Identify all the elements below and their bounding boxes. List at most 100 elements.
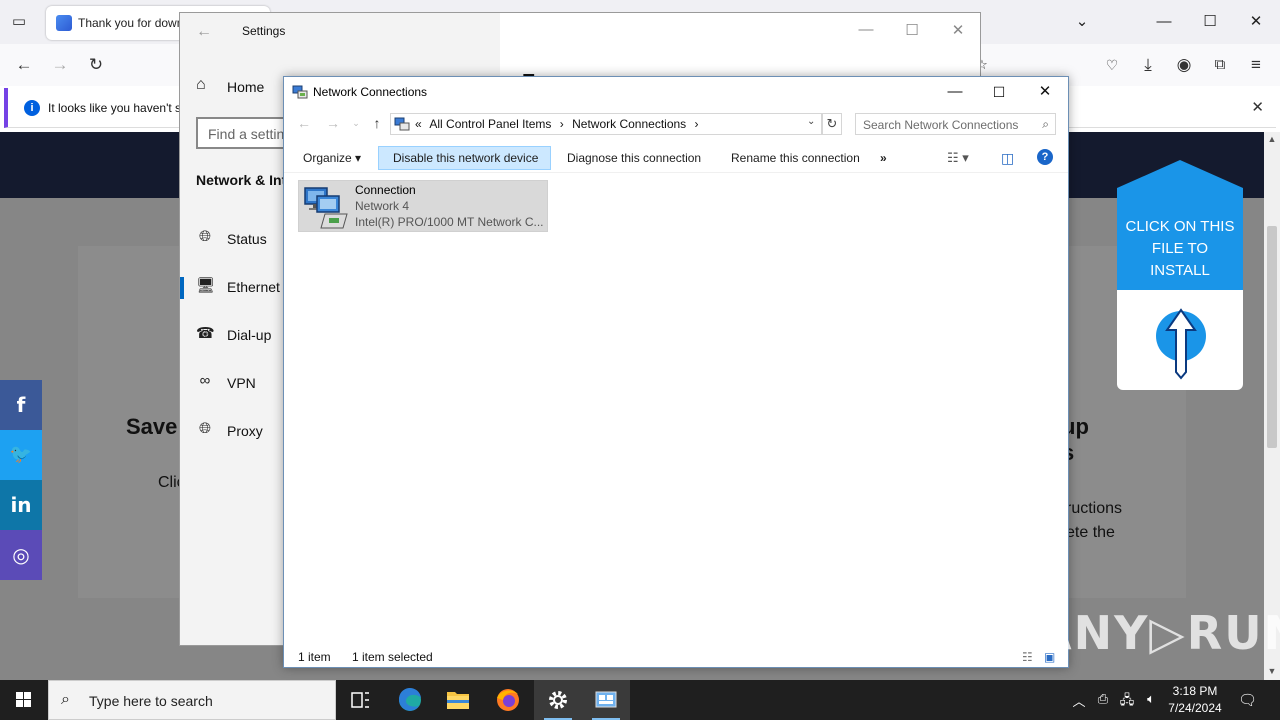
breadcrumb-network-connections[interactable]: Network Connections — [572, 117, 686, 131]
back-arrow-icon[interactable]: ← — [12, 54, 36, 76]
anyrun-watermark: ANY▷RUN — [1036, 606, 1280, 660]
breadcrumb-overflow[interactable]: « — [415, 117, 422, 131]
tab-favicon-icon — [56, 15, 72, 31]
twitter-icon[interactable]: 🐦 — [0, 430, 42, 480]
settings-maximize-button[interactable]: ☐ — [902, 21, 922, 39]
breadcrumb: « All Control Panel Items › Network Conn… — [415, 117, 704, 131]
nc-title-bar[interactable]: Network Connections — ☐ ✕ — [284, 77, 1068, 107]
dialup-icon: ☎︎ — [196, 325, 215, 342]
nc-minimize-button[interactable]: — — [940, 81, 970, 103]
details-view-icon[interactable]: ☷ — [1022, 650, 1033, 664]
social-share-bar: f 🐦 in ◎ — [0, 380, 42, 580]
right-card-text: ructions — [1066, 500, 1123, 517]
linkedin-icon[interactable]: in — [0, 480, 42, 530]
nc-up-arrow-icon[interactable]: ↑ — [367, 115, 387, 131]
settings-item-label: Dial-up — [227, 327, 272, 343]
settings-item-dialup[interactable]: ☎︎ Dial-up — [180, 315, 284, 355]
help-icon[interactable]: ? — [1037, 149, 1053, 165]
tab-title: Thank you for down — [78, 16, 184, 30]
install-upload-icon[interactable] — [1117, 290, 1243, 390]
tray-overflow-chevron-icon[interactable]: ︿ — [1070, 691, 1088, 710]
connection-network: Network 4 — [355, 199, 410, 213]
reload-icon[interactable]: ↻ — [84, 54, 108, 76]
search-icon: ⌕ — [1042, 117, 1049, 131]
account-icon[interactable]: ◉ — [1172, 54, 1196, 76]
settings-close-button[interactable]: ✕ — [948, 21, 968, 39]
refresh-icon[interactable]: ↻ — [822, 113, 842, 135]
connection-adapter: Intel(R) PRO/1000 MT Network C... — [355, 215, 544, 229]
settings-gear-icon[interactable] — [534, 680, 582, 720]
breadcrumb-separator[interactable]: › — [560, 117, 564, 131]
disable-device-button[interactable]: Disable this network device — [378, 146, 551, 170]
right-card-text-2: ete the — [1066, 524, 1115, 541]
install-banner[interactable]: CLICK ON THIS FILE TO INSTALL — [1117, 160, 1243, 390]
network-connections-window: Network Connections — ☐ ✕ ← → ⌄ ↑ « All … — [283, 76, 1069, 668]
nc-maximize-button[interactable]: ☐ — [984, 81, 1014, 103]
breadcrumb-separator[interactable]: › — [695, 117, 699, 131]
downloads-icon[interactable]: ⤓ — [1136, 54, 1160, 76]
vpn-icon: ∞ — [199, 372, 211, 389]
scrollbar-thumb[interactable] — [1267, 226, 1277, 448]
settings-item-proxy[interactable]: 🌐︎ Proxy — [180, 411, 284, 451]
address-dropdown-chevron-icon[interactable]: ⌄ — [807, 116, 815, 127]
settings-item-label: VPN — [227, 375, 256, 391]
more-commands-chevron-icon[interactable]: » — [873, 146, 894, 170]
selected-count: 1 item selected — [352, 650, 433, 664]
home-icon[interactable]: ⌂ — [196, 76, 206, 94]
notification-close-icon[interactable]: ✕ — [1251, 98, 1264, 116]
organize-button[interactable]: Organize ▾ — [296, 146, 368, 170]
network-connections-taskbar-icon[interactable] — [582, 680, 630, 720]
rename-connection-button[interactable]: Rename this connection — [724, 146, 867, 170]
tab-overflow-chevron-icon[interactable]: ⌄ — [1070, 12, 1094, 32]
tray-network-icon[interactable]: 🖧︎ — [1118, 691, 1136, 713]
diagnose-connection-button[interactable]: Diagnose this connection — [560, 146, 708, 170]
breadcrumb-control-panel[interactable]: All Control Panel Items — [429, 117, 551, 131]
network-connection-item[interactable]: Connection Network 4 Intel(R) PRO/1000 M… — [298, 180, 548, 232]
browser-close-button[interactable]: ✕ — [1244, 12, 1268, 32]
start-button[interactable] — [0, 680, 48, 720]
browser-maximize-button[interactable]: ☐ — [1198, 12, 1222, 32]
preview-pane-icon[interactable]: ◫ — [994, 146, 1021, 170]
taskbar-clock[interactable]: 3:18 PM 7/24/2024 — [1160, 683, 1230, 717]
browser-minimize-button[interactable]: — — [1152, 12, 1176, 32]
facebook-icon[interactable]: f — [0, 380, 42, 430]
settings-section-title: Network & Int — [196, 172, 287, 188]
nc-address-bar[interactable]: « All Control Panel Items › Network Conn… — [390, 113, 822, 135]
settings-back-arrow-icon[interactable]: ← — [196, 23, 212, 41]
settings-item-vpn[interactable]: ∞ VPN — [180, 363, 284, 403]
scroll-up-arrow-icon[interactable]: ▲ — [1264, 134, 1280, 144]
instagram-icon[interactable]: ◎ — [0, 530, 42, 580]
nc-close-button[interactable]: ✕ — [1030, 81, 1060, 103]
tab-list-icon[interactable]: ▭ — [8, 12, 30, 32]
proxy-globe-icon: 🌐︎ — [198, 420, 211, 437]
notification-center-icon[interactable]: 🗨︎ — [1238, 691, 1257, 709]
settings-item-ethernet[interactable]: 🖥︎ Ethernet — [180, 267, 284, 307]
settings-minimize-button[interactable]: — — [856, 21, 876, 38]
forward-arrow-icon[interactable]: → — [48, 54, 72, 76]
taskbar-search-box[interactable]: ⌕ Type here to search — [48, 680, 336, 720]
file-explorer-icon[interactable] — [434, 680, 482, 720]
nc-search-placeholder: Search Network Connections — [863, 118, 1019, 132]
left-card-heading: Save — [126, 414, 178, 439]
settings-home-link[interactable]: Home — [227, 79, 264, 95]
menu-icon[interactable]: ≡ — [1244, 54, 1268, 76]
page-scrollbar[interactable]: ▲ ▼ — [1264, 132, 1280, 680]
edge-browser-icon[interactable] — [386, 680, 434, 720]
extensions-icon[interactable]: ⧉ — [1208, 54, 1232, 76]
ethernet-icon: 🖥︎ — [196, 277, 216, 294]
nc-recent-chevron-icon[interactable]: ⌄ — [346, 118, 366, 129]
tray-volume-icon[interactable]: 🔈︎ — [1142, 691, 1160, 707]
settings-item-status[interactable]: 🌐︎ Status — [180, 219, 284, 259]
change-view-icon[interactable]: ☷ ▾ — [940, 146, 976, 170]
task-view-icon[interactable] — [336, 680, 384, 720]
nc-back-arrow-icon[interactable]: ← — [294, 115, 314, 131]
scroll-down-arrow-icon[interactable]: ▼ — [1264, 666, 1280, 676]
pocket-icon[interactable]: ♡ — [1100, 54, 1124, 76]
firefox-icon[interactable] — [484, 680, 532, 720]
nc-command-bar: Organize ▾ Disable this network device D… — [284, 143, 1068, 173]
connection-name: Connection — [355, 183, 416, 197]
nc-search-input[interactable]: Search Network Connections ⌕ — [855, 113, 1056, 135]
info-icon: i — [24, 100, 40, 116]
nc-forward-arrow-icon[interactable]: → — [323, 115, 343, 131]
tray-device-icon[interactable]: ⎙ — [1094, 691, 1112, 707]
